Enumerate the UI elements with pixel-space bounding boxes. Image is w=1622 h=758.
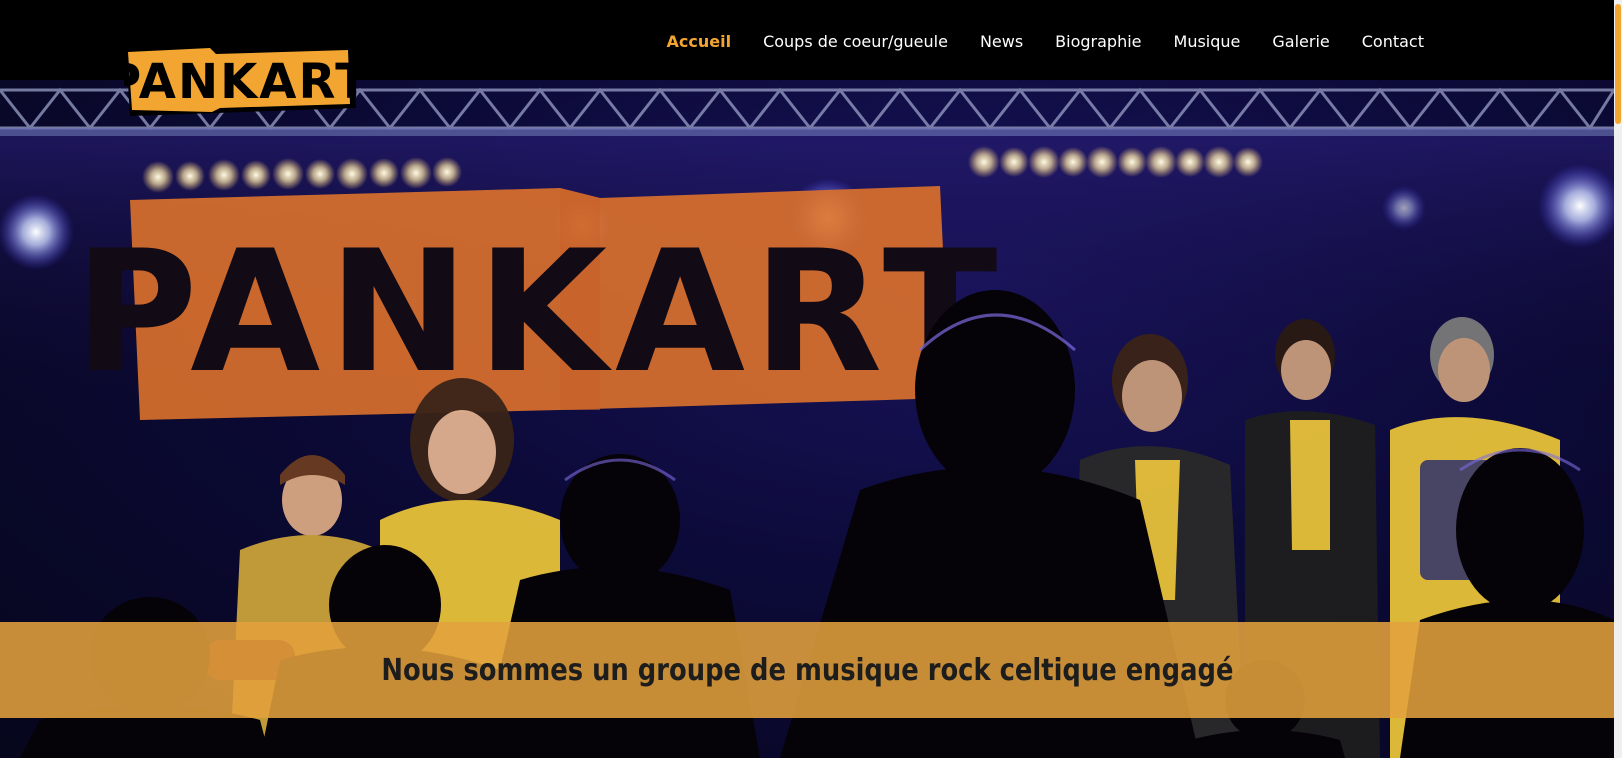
main-nav: Accueil Coups de coeur/gueule News Biogr… bbox=[667, 29, 1425, 55]
page-scrollbar[interactable] bbox=[1614, 0, 1622, 758]
nav-item-coups-de-coeur[interactable]: Coups de coeur/gueule bbox=[763, 29, 948, 55]
site-logo[interactable]: PANKART bbox=[106, 46, 368, 122]
nav-item-galerie[interactable]: Galerie bbox=[1272, 29, 1329, 55]
nav-item-accueil[interactable]: Accueil bbox=[667, 29, 732, 55]
svg-text:PANKART: PANKART bbox=[124, 54, 358, 110]
hero-tagline: Nous sommes un groupe de musique rock ce… bbox=[380, 652, 1234, 688]
nav-item-contact[interactable]: Contact bbox=[1362, 29, 1424, 55]
page: PANKART Nous sommes un groupe de musique… bbox=[0, 0, 1622, 758]
nav-item-news[interactable]: News bbox=[980, 29, 1023, 55]
scrollbar-thumb[interactable] bbox=[1615, 4, 1621, 124]
nav-item-musique[interactable]: Musique bbox=[1174, 29, 1241, 55]
tagline-band: Nous sommes un groupe de musique rock ce… bbox=[0, 622, 1614, 718]
nav-item-biographie[interactable]: Biographie bbox=[1055, 29, 1141, 55]
pankart-logo-graphic: PANKART bbox=[106, 46, 368, 116]
stage-banner-text: PANKART bbox=[75, 214, 1006, 410]
hero-concert-photo: PANKART Nous sommes un groupe de musique… bbox=[0, 80, 1614, 758]
